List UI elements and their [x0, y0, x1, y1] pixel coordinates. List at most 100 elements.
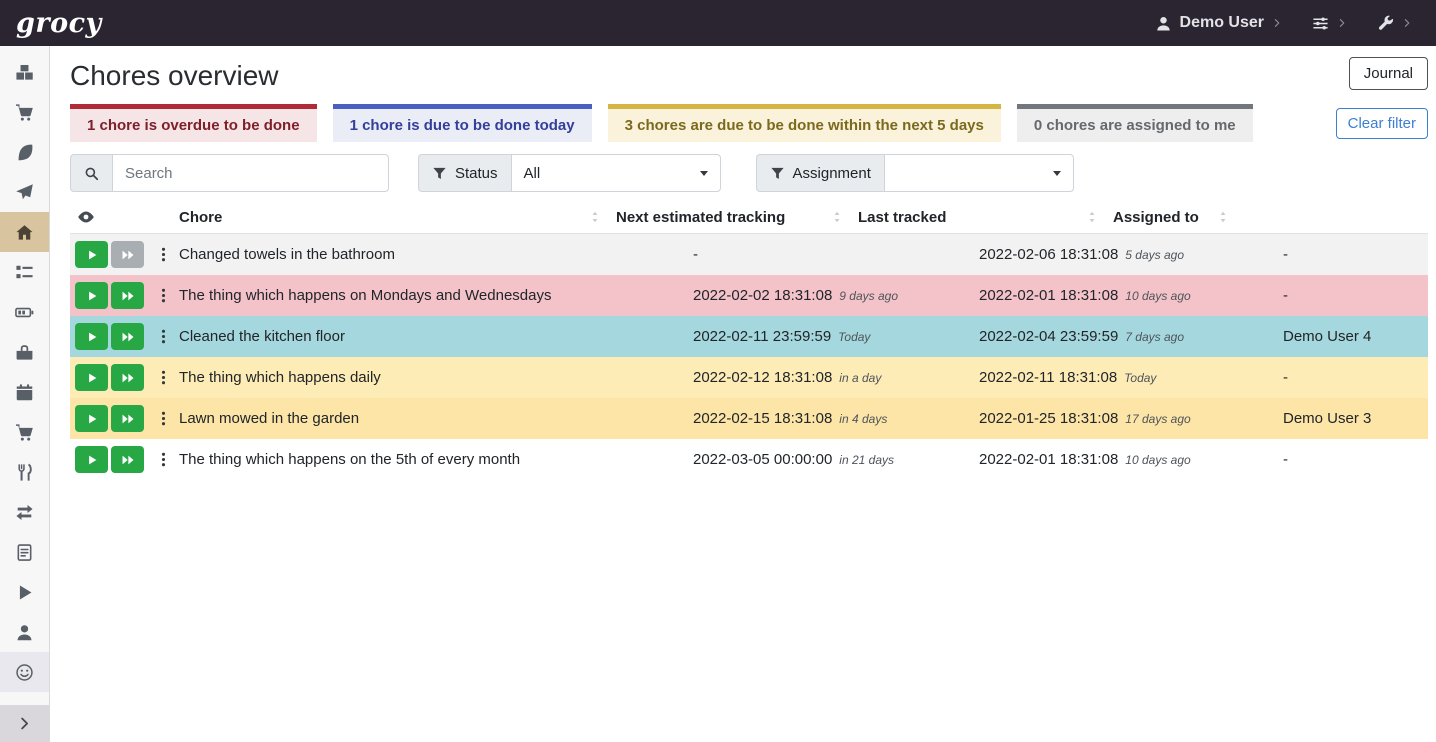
column-header-label: Next estimated tracking: [616, 209, 785, 226]
last-tracked: 2022-02-11 18:31:08Today: [979, 369, 1283, 387]
column-header-chore[interactable]: Chore: [179, 209, 616, 226]
track-chore-execution-button[interactable]: [75, 364, 108, 391]
assignment-filter-prefix: Assignment: [756, 154, 884, 192]
eye-icon: [77, 208, 95, 226]
sidebar-item-batteries-overview[interactable]: [0, 292, 49, 332]
track-chore-execution-button[interactable]: [75, 282, 108, 309]
column-header-next-estimated-tracking[interactable]: Next estimated tracking: [616, 209, 858, 226]
track-chore-execution-button[interactable]: [75, 446, 108, 473]
wrench-icon: [1377, 15, 1394, 32]
last-tracked-timeago: 5 days ago: [1125, 248, 1184, 262]
last-tracked-date: 2022-02-01 18:31:08: [979, 451, 1118, 468]
row-actions: [70, 322, 179, 352]
user-icon: [1155, 15, 1172, 32]
chore-row: The thing which happens on Mondays and W…: [70, 275, 1428, 316]
chore-row-menu-button[interactable]: [151, 281, 175, 311]
journal-button[interactable]: Journal: [1349, 57, 1428, 90]
sidebar-item-tasks[interactable]: [0, 252, 49, 292]
next-estimated-tracking-date: -: [693, 246, 698, 263]
chore-row-menu-button[interactable]: [151, 240, 175, 270]
next-estimated-tracking-date: 2022-03-05 00:00:00: [693, 451, 832, 468]
grocy-logo[interactable]: grocy: [16, 8, 102, 39]
search-group: [70, 154, 389, 192]
search-input[interactable]: [112, 154, 389, 192]
track-chore-execution-button[interactable]: [75, 323, 108, 350]
sidebar-item-meal-plan[interactable]: [0, 172, 49, 212]
sidebar-item-consume[interactable]: [0, 452, 49, 492]
sidebar-item-purchase[interactable]: [0, 412, 49, 452]
sidebar-item-chores-overview[interactable]: [0, 212, 49, 252]
assigned-to: -: [1283, 246, 1428, 263]
sidebar-item-inventory[interactable]: [0, 532, 49, 572]
sort-icon: [1085, 210, 1099, 224]
kebab-icon: [155, 246, 172, 263]
status-filter-group: Status All: [418, 154, 721, 192]
sidebar-item-shopping-list[interactable]: [0, 92, 49, 132]
shopping-cart-icon: [15, 423, 34, 442]
column-header-visibility[interactable]: [70, 208, 179, 226]
settings-menu[interactable]: [1312, 15, 1347, 32]
chore-row-menu-button[interactable]: [151, 404, 175, 434]
chore-row-menu-button[interactable]: [151, 322, 175, 352]
sidebar-item-userentity[interactable]: [0, 652, 49, 692]
next-estimated-tracking-timeago: 9 days ago: [839, 289, 898, 303]
skip-chore-button[interactable]: [111, 323, 144, 350]
sidebar-expand-toggle[interactable]: [0, 705, 49, 742]
status-select[interactable]: All: [511, 154, 721, 192]
summary-card-due-next-5-days[interactable]: 3 chores are due to be done within the n…: [608, 104, 1001, 142]
sidebar-item-stock-overview[interactable]: [0, 52, 49, 92]
track-chore-execution-button[interactable]: [75, 241, 108, 268]
skip-chore-button[interactable]: [111, 405, 144, 432]
last-tracked: 2022-02-01 18:31:0810 days ago: [979, 287, 1283, 305]
assigned-to: -: [1283, 369, 1428, 386]
summary-card-due-today[interactable]: 1 chore is due to be done today: [333, 104, 592, 142]
fast-forward-icon: [121, 371, 135, 385]
last-tracked-timeago: 10 days ago: [1125, 289, 1190, 303]
summary-card-assigned-to-me[interactable]: 0 chores are assigned to me: [1017, 104, 1253, 142]
last-tracked-date: 2022-02-11 18:31:08: [979, 369, 1117, 386]
sidebar-item-equipment[interactable]: [0, 332, 49, 372]
skip-chore-button[interactable]: [111, 364, 144, 391]
next-estimated-tracking: 2022-03-05 00:00:00 in 21 days: [693, 451, 979, 469]
chore-name: The thing which happens on the 5th of ev…: [179, 451, 693, 468]
last-tracked: 2022-02-06 18:31:085 days ago: [979, 246, 1283, 264]
sidebar-item-chore-tracking[interactable]: [0, 572, 49, 612]
user-menu-label: Demo User: [1180, 14, 1264, 32]
column-header-last-tracked[interactable]: Last tracked: [858, 209, 1113, 226]
next-estimated-tracking-timeago: in 21 days: [839, 453, 894, 467]
next-estimated-tracking-date: 2022-02-11 23:59:59: [693, 328, 831, 345]
summary-cards-row: 1 chore is overdue to be done 1 chore is …: [70, 104, 1428, 142]
chore-row-menu-button[interactable]: [151, 445, 175, 475]
play-icon: [86, 372, 98, 384]
sidebar-item-calendar[interactable]: [0, 372, 49, 412]
summary-card-overdue[interactable]: 1 chore is overdue to be done: [70, 104, 317, 142]
skip-chore-button[interactable]: [111, 446, 144, 473]
kebab-icon: [155, 328, 172, 345]
next-estimated-tracking-date: 2022-02-15 18:31:08: [693, 410, 832, 427]
chore-row-menu-button[interactable]: [151, 363, 175, 393]
assigned-to: -: [1283, 287, 1428, 304]
user-menu[interactable]: Demo User: [1155, 14, 1282, 32]
skip-chore-button[interactable]: [111, 282, 144, 309]
next-estimated-tracking-timeago: in 4 days: [839, 412, 887, 426]
track-chore-execution-button[interactable]: [75, 405, 108, 432]
chore-row: The thing which happens on the 5th of ev…: [70, 439, 1428, 480]
sidebar-item-recipes[interactable]: [0, 132, 49, 172]
kebab-icon: [155, 287, 172, 304]
sidebar-nav: [0, 46, 49, 692]
clear-filter-button[interactable]: Clear filter: [1336, 108, 1428, 139]
play-icon: [86, 331, 98, 343]
next-estimated-tracking-timeago: in a day: [839, 371, 881, 385]
toolbox-icon: [15, 343, 34, 362]
filter-icon: [432, 166, 447, 181]
column-header-assigned-to[interactable]: Assigned to: [1113, 209, 1244, 226]
user-icon: [15, 623, 34, 642]
assignment-select[interactable]: [884, 154, 1074, 192]
assigned-to: Demo User 4: [1283, 328, 1428, 345]
play-icon: [86, 290, 98, 302]
sidebar-item-battery-tracking[interactable]: [0, 612, 49, 652]
caret-down-icon: [700, 171, 708, 176]
sidebar-item-transfer[interactable]: [0, 492, 49, 532]
admin-tools-menu[interactable]: [1377, 15, 1412, 32]
last-tracked-timeago: 10 days ago: [1125, 453, 1190, 467]
